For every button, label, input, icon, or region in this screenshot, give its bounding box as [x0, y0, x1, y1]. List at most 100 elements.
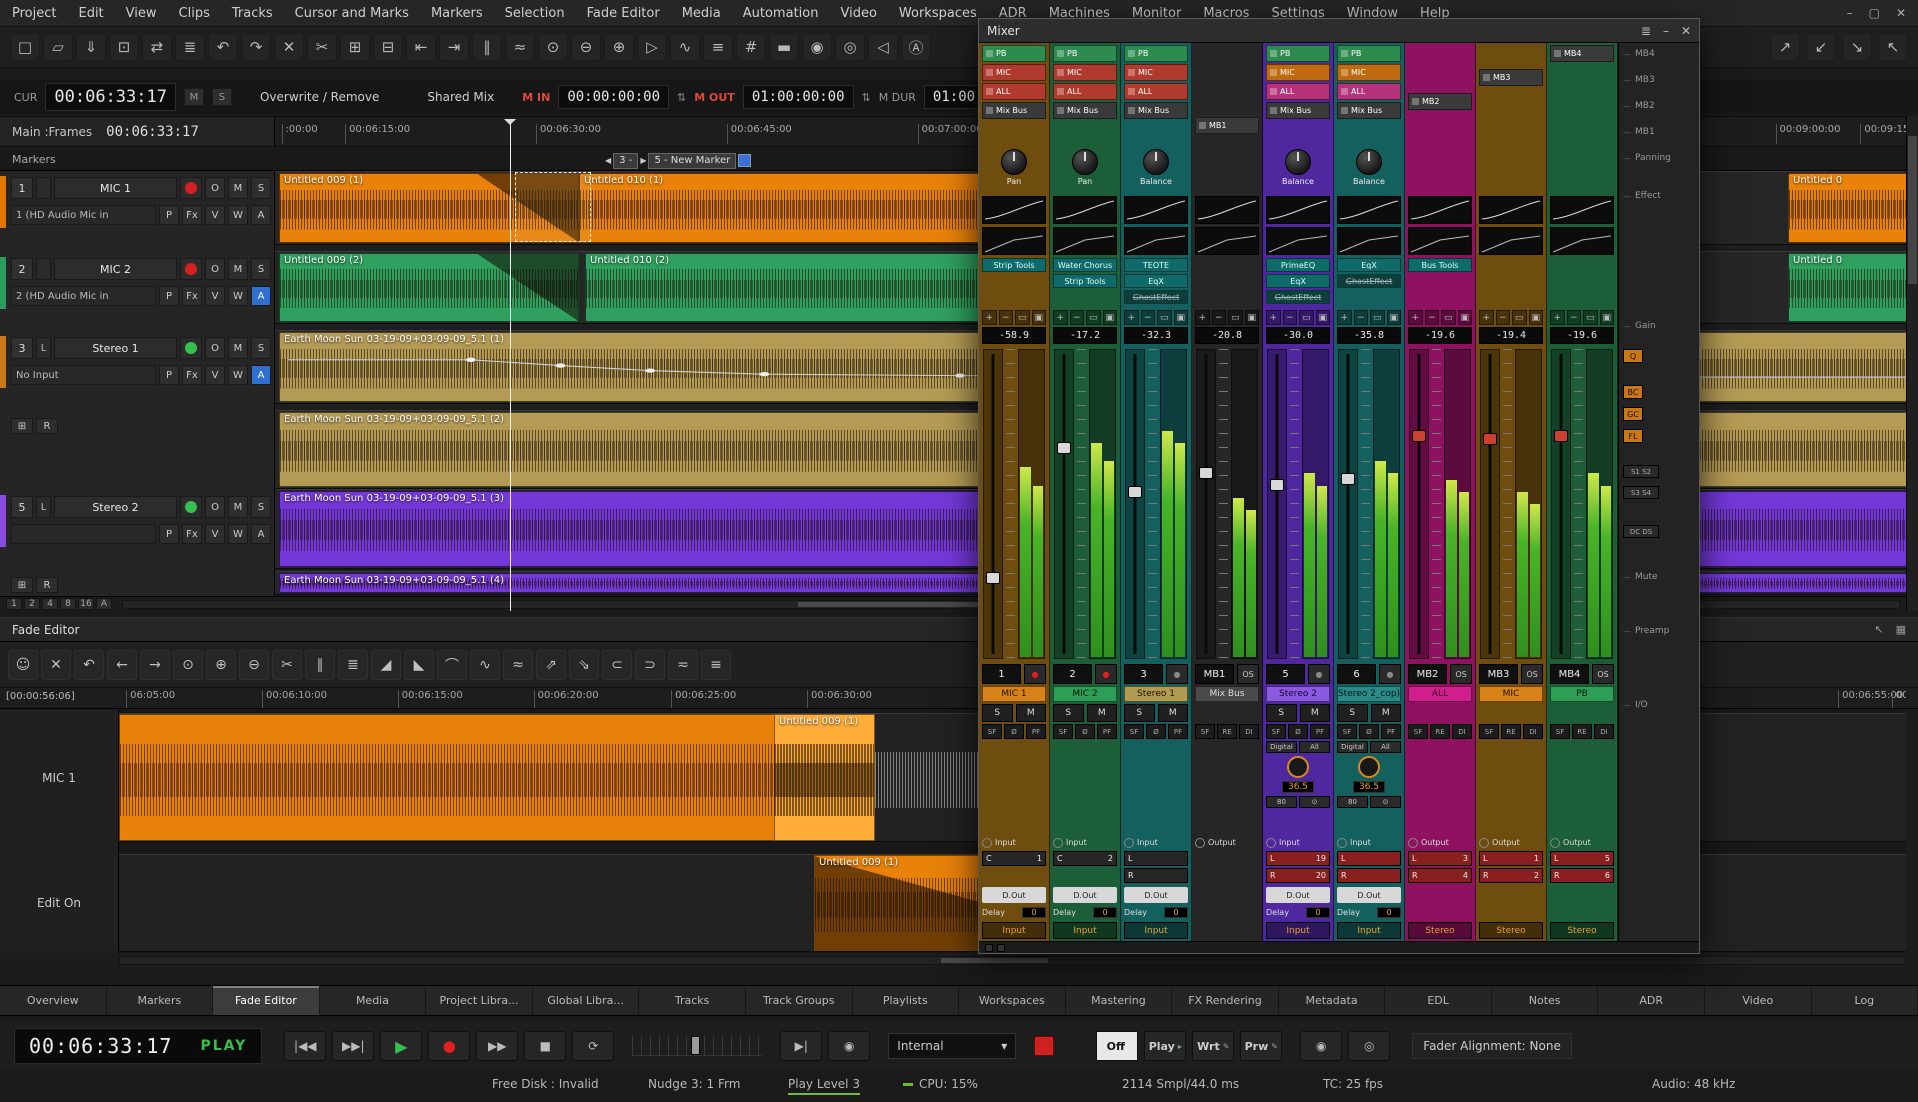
rail-item[interactable]: Gain [1623, 321, 1695, 331]
track-header[interactable]: 2 MIC 2 OMS 2 (HD Audio Mic in [0, 257, 275, 311]
wheel-icon[interactable]: ◉ [802, 33, 832, 61]
track-fx-button[interactable]: Fx [182, 524, 202, 544]
record-button[interactable]: ● [428, 1031, 470, 1061]
insert-tool-button[interactable]: ▭ [1299, 310, 1314, 325]
rail-item[interactable]: Effect [1623, 191, 1695, 201]
channel-name[interactable]: PB [1550, 686, 1614, 702]
crossfade-selection[interactable] [515, 172, 591, 242]
insert-tool-button[interactable]: − [1212, 310, 1227, 325]
bus-assign-button[interactable]: ALL [1337, 83, 1401, 100]
rail-item[interactable]: Preamp [1623, 626, 1695, 636]
equal-gain-icon[interactable]: ≂ [668, 650, 698, 680]
channel-number[interactable]: MB1 [1195, 664, 1234, 684]
undo-icon[interactable]: ↶ [208, 33, 238, 61]
digital-label[interactable]: Digital [1337, 741, 1368, 753]
track-fx-button[interactable]: A [251, 205, 271, 225]
bus-assign-button[interactable]: PB [1337, 45, 1401, 62]
slope-down-icon[interactable]: ⇘ [569, 650, 599, 680]
pan-knob[interactable] [1001, 149, 1027, 175]
channel-option-button[interactable]: DI [1239, 724, 1259, 739]
rail-item[interactable]: MB1 [1623, 127, 1695, 137]
dynamics-curve-display[interactable] [1408, 227, 1472, 255]
track-state-button[interactable]: S [251, 177, 271, 199]
insert-tool-button[interactable]: ▭ [1583, 310, 1598, 325]
channel-name[interactable]: Stereo 2_cop) [1337, 686, 1401, 702]
plugin-slot[interactable]: TEOTE [1124, 258, 1188, 272]
ruler-mode[interactable]: Main :Frames 00:06:33:17 [0, 117, 275, 146]
bottom-tab[interactable]: Media [320, 986, 427, 1015]
fade-out-shape[interactable] [477, 254, 578, 321]
open-left-icon[interactable]: ⊂ [602, 650, 632, 680]
track-fx-button[interactable]: Fx [182, 365, 202, 385]
bus-assign-button[interactable]: MIC [1266, 64, 1330, 81]
waveform-icon[interactable]: ∿ [670, 33, 700, 61]
minimize-icon[interactable]: – [1663, 24, 1669, 38]
strip-type-button[interactable]: Input [982, 922, 1046, 939]
channel-option-button[interactable]: RE [1501, 724, 1521, 739]
volume-fader[interactable] [1409, 349, 1429, 659]
track-fx-button[interactable]: P [159, 365, 179, 385]
fade-clip[interactable] [875, 714, 990, 841]
solo-mute-button[interactable]: M [1371, 704, 1402, 722]
timeline-vscrollbar[interactable] [1906, 116, 1918, 611]
record-os-button[interactable]: ● [1308, 664, 1330, 684]
track-fx-button[interactable]: A [251, 365, 271, 385]
fader-thumb[interactable] [1412, 430, 1426, 442]
io-routing-row[interactable]: C2 [1053, 851, 1117, 866]
digital-gain-knob[interactable] [1358, 756, 1380, 778]
track-fx-button[interactable]: V [205, 524, 225, 544]
track-number[interactable]: 3 [11, 337, 33, 359]
strip-type-button[interactable]: Input [1124, 922, 1188, 939]
channel-number[interactable]: 1 [982, 664, 1021, 684]
menu-item[interactable]: Project [12, 6, 56, 21]
loop-button[interactable]: ⟳ [572, 1031, 614, 1061]
open-project-icon[interactable]: ▱ [43, 33, 73, 61]
channel-option-button[interactable]: DI [1594, 724, 1614, 739]
dynamics-curve-display[interactable] [982, 227, 1046, 255]
insert-tool-button[interactable]: ▭ [1015, 310, 1030, 325]
bus-assign-button[interactable]: Mix Bus [1266, 102, 1330, 119]
scroll-thumb[interactable] [941, 958, 1048, 963]
bus-assign-button[interactable]: MB1 [1195, 117, 1259, 134]
insert-tool-button[interactable]: ▣ [1245, 310, 1260, 325]
channel-option-button[interactable]: SF [1266, 724, 1286, 739]
channel-name[interactable]: Stereo 2 [1266, 686, 1330, 702]
menu-item[interactable]: View [126, 6, 157, 21]
bottom-tab[interactable]: FX Rendering [1172, 986, 1279, 1015]
solo-mute-button[interactable]: M [1158, 704, 1189, 722]
audio-clip[interactable]: Untitled 0 [1788, 173, 1906, 243]
options-icon[interactable]: ☺ [8, 650, 38, 680]
strip-type-button[interactable]: Stereo [1550, 922, 1614, 939]
fader-alignment[interactable]: Fader Alignment: None [1412, 1033, 1572, 1059]
insert-tool-button[interactable]: + [1337, 310, 1352, 325]
bottom-tab[interactable]: Log [1812, 986, 1918, 1015]
channel-option-button[interactable]: Ø [1288, 724, 1308, 739]
rail-item[interactable]: BC [1623, 385, 1643, 399]
pan-knob[interactable] [1285, 149, 1311, 175]
bottom-tab[interactable]: Global Libra... [533, 986, 640, 1015]
equal-power-icon[interactable]: ≡ [701, 650, 731, 680]
channel-name[interactable]: Mix Bus [1195, 686, 1259, 702]
bus-assign-button[interactable]: MB2 [1408, 93, 1472, 110]
direct-out-button[interactable]: D.Out [1053, 887, 1117, 903]
track-name[interactable]: MIC 2 [54, 258, 177, 280]
automation-mode-button[interactable]: Prw✎ [1240, 1031, 1282, 1061]
channel-option-button[interactable]: SF [1195, 724, 1215, 739]
bus-assign-button[interactable]: ALL [1053, 83, 1117, 100]
track-fx-button[interactable]: W [228, 286, 248, 306]
plugin-slot[interactable]: Strip Tools [1053, 274, 1117, 288]
pan-knob[interactable] [1356, 149, 1382, 175]
jog-slider[interactable] [632, 1036, 762, 1056]
strip-type-button[interactable]: Input [1053, 922, 1117, 939]
insert-tool-button[interactable]: ▣ [1529, 310, 1544, 325]
dynamics-curve-display[interactable] [1550, 227, 1614, 255]
plugin-slot[interactable]: EqX [1337, 258, 1401, 272]
bottom-tab[interactable]: Fade Editor [213, 986, 320, 1015]
insert-tool-button[interactable]: ▭ [1370, 310, 1385, 325]
track-group-row[interactable]: ⊞R [0, 416, 275, 436]
gain-sub-button[interactable]: 80 [1266, 796, 1297, 808]
solo-mute-button[interactable]: S [1337, 704, 1368, 722]
bottom-tab[interactable]: Notes [1492, 986, 1599, 1015]
redo-icon[interactable]: ↷ [241, 33, 271, 61]
solo-mute-button[interactable]: M [1016, 704, 1047, 722]
